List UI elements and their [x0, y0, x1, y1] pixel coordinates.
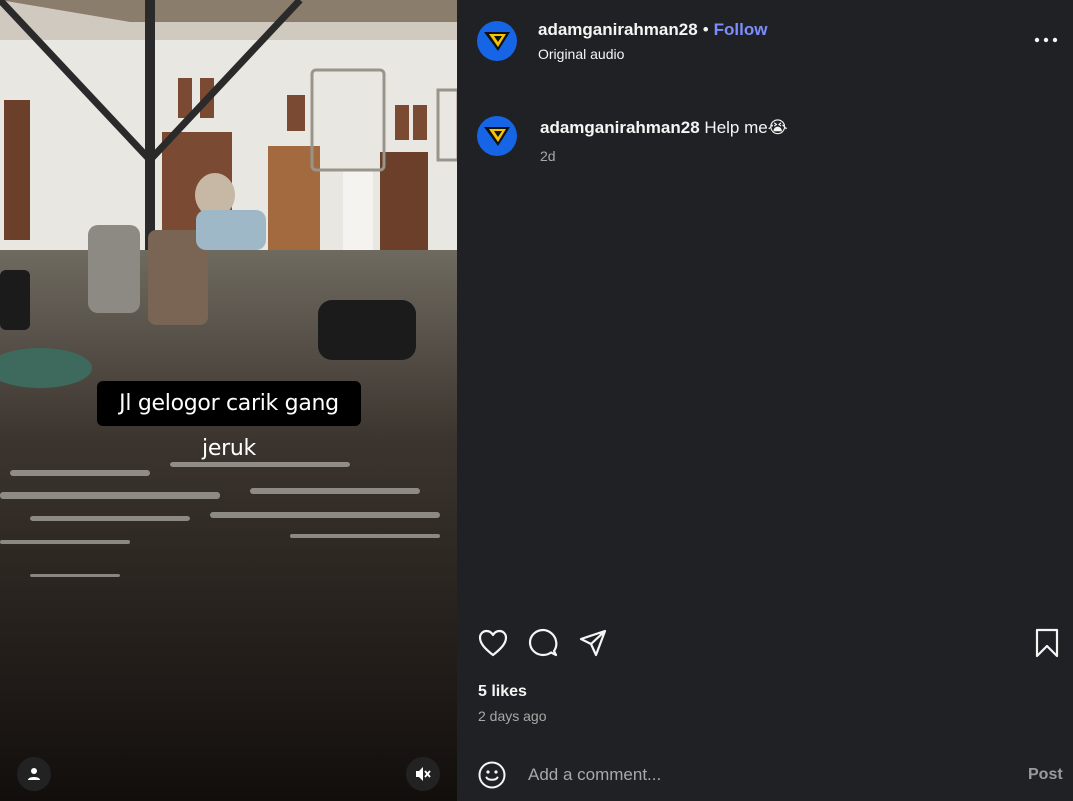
tagged-users-button[interactable]	[17, 757, 51, 791]
profile-logo-icon	[484, 127, 510, 146]
caption-text: adamganirahman28 Help me😭	[540, 118, 788, 138]
post-date: 2 days ago	[478, 708, 547, 724]
like-button[interactable]	[477, 627, 509, 659]
avatar[interactable]	[477, 116, 517, 156]
separator-dot: •	[702, 20, 709, 39]
emoji-button[interactable]	[477, 760, 507, 790]
header-user-line: adamganirahman28 • Follow	[538, 20, 767, 40]
audio-link[interactable]: Original audio	[538, 46, 624, 62]
comment-icon	[528, 628, 558, 657]
action-bar	[457, 627, 1073, 663]
bookmark-icon	[1035, 628, 1059, 658]
comment-form: Post	[457, 748, 1073, 801]
post-sidebar: adamganirahman28•Follow Original audio	[457, 0, 1073, 801]
mute-button[interactable]	[406, 757, 440, 791]
caption-timestamp[interactable]: 2d	[540, 148, 556, 164]
more-options-icon	[1034, 37, 1058, 43]
comment-button[interactable]	[527, 627, 559, 659]
avatar[interactable]	[477, 21, 517, 61]
share-button[interactable]	[577, 627, 609, 659]
video-text-overlay: Jl gelogor carik gang jeruk	[97, 381, 361, 461]
smiley-icon	[478, 761, 506, 789]
post-dialog: Jl gelogor carik gang jeruk adamganirahm…	[0, 0, 1073, 801]
share-icon	[579, 629, 607, 657]
like-count[interactable]: 5 likes	[478, 683, 527, 701]
caption-body: Help me	[704, 118, 768, 137]
username-link[interactable]: adamganirahman28	[538, 20, 698, 39]
caption-comment: adamganirahman28 Help me😭 2d	[457, 110, 1073, 170]
post-header: adamganirahman28 • Follow Original audio	[457, 0, 1073, 78]
more-options-button[interactable]	[1031, 28, 1061, 52]
follow-button[interactable]: Follow	[714, 20, 768, 39]
heart-icon	[478, 629, 508, 657]
caption-username[interactable]: adamganirahman28	[540, 118, 700, 137]
profile-logo-icon	[484, 32, 510, 51]
user-icon	[28, 768, 40, 780]
comment-input[interactable]	[528, 760, 998, 790]
post-comment-button[interactable]: Post	[1028, 766, 1063, 784]
reel-video[interactable]: Jl gelogor carik gang jeruk	[0, 0, 457, 801]
speaker-muted-icon	[416, 767, 431, 781]
save-button[interactable]	[1031, 627, 1063, 659]
crying-emoji: 😭	[767, 118, 788, 137]
